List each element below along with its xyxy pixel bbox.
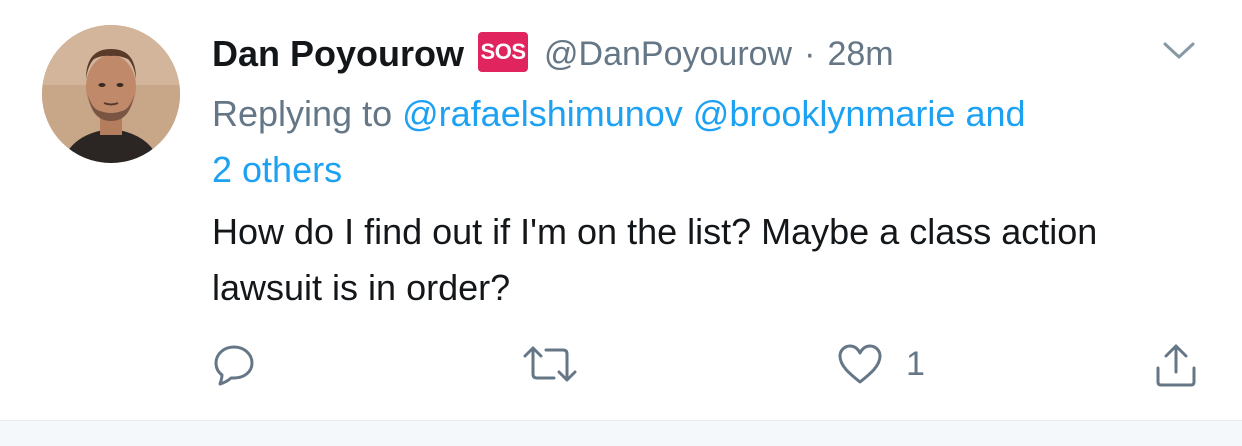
retweet-button[interactable] xyxy=(522,342,578,386)
sos-badge-icon: SOS xyxy=(478,32,529,72)
separator-dot: · xyxy=(804,34,816,73)
tweet-separator xyxy=(0,420,1242,446)
tweet-card[interactable]: Dan Poyourow SOS @DanPoyourow · 28m Repl… xyxy=(0,0,1242,420)
replying-to-line: Replying to @rafaelshimunov @brooklynmar… xyxy=(212,86,1202,198)
author-handle[interactable]: @DanPoyourow xyxy=(544,35,792,74)
mention-link-brooklynmarie[interactable]: @brooklynmarie xyxy=(693,93,956,134)
replying-to-label: Replying to xyxy=(212,93,403,134)
author-name[interactable]: Dan Poyourow xyxy=(212,33,464,75)
tweet-timestamp[interactable]: 28m xyxy=(827,35,893,74)
share-icon xyxy=(1154,342,1198,388)
reply-button[interactable] xyxy=(212,342,256,386)
heart-icon xyxy=(836,342,884,386)
reply-icon xyxy=(212,342,256,386)
retweet-icon xyxy=(522,342,578,386)
mention-link-rafaelshimunov[interactable]: @rafaelshimunov xyxy=(402,93,683,134)
chevron-down-icon[interactable] xyxy=(1162,40,1196,62)
like-count: 1 xyxy=(906,344,925,383)
tweet-text: How do I find out if I'm on the list? Ma… xyxy=(212,211,1098,308)
replying-and-text: and xyxy=(955,93,1026,134)
like-button[interactable]: 1 xyxy=(836,342,925,386)
share-button[interactable] xyxy=(1154,342,1198,388)
replying-others-link[interactable]: 2 others xyxy=(212,149,342,190)
avatar[interactable] xyxy=(42,25,180,163)
tweet-header: Dan Poyourow SOS @DanPoyourow · 28m xyxy=(212,28,894,80)
